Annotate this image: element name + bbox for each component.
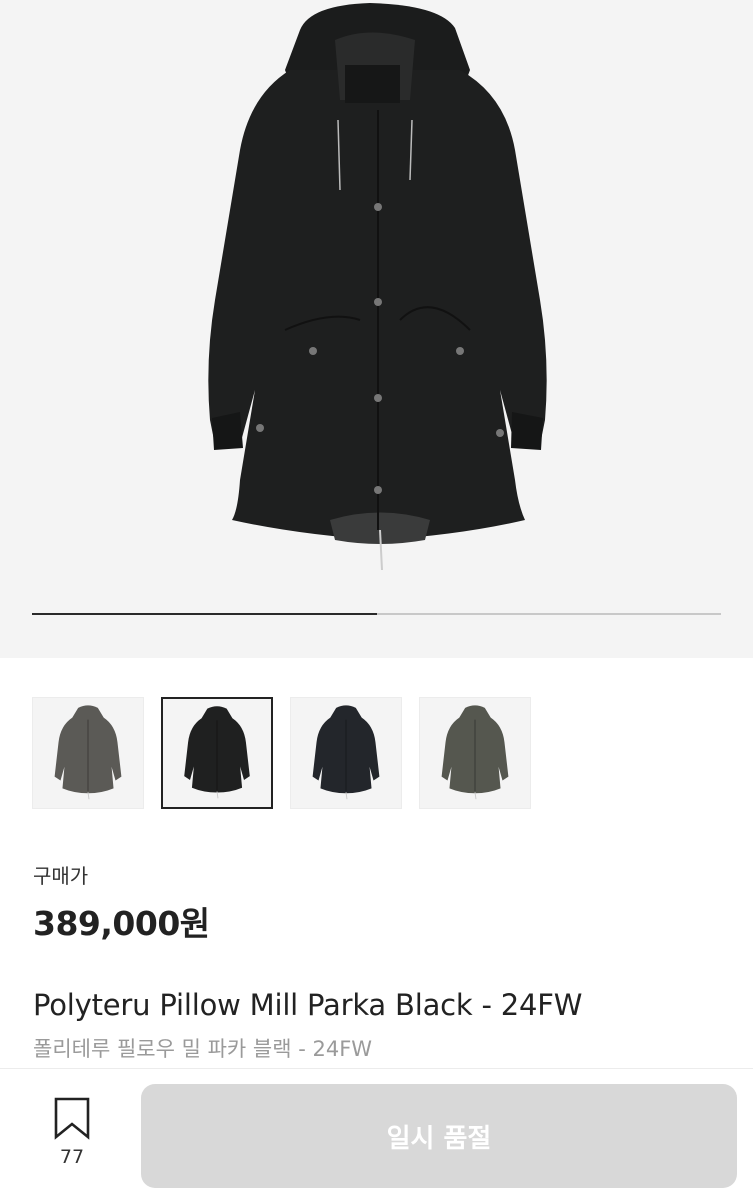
price-label: 구매가 <box>33 864 89 888</box>
olive-grey-parka-thumb[interactable] <box>419 697 531 809</box>
thumbnail-parka-image <box>54 705 122 800</box>
gallery-progress-fill <box>32 613 377 615</box>
bookmark-button[interactable]: 77 <box>44 1096 100 1176</box>
black-parka-thumb[interactable] <box>161 697 273 809</box>
product-name-ko: 폴리테루 필로우 밀 파카 블랙 - 24FW <box>33 1037 373 1061</box>
thumbnail-parka-image <box>184 706 250 799</box>
thumbnail-parka-image <box>441 705 509 800</box>
price-value: 389,000원 <box>33 904 210 943</box>
navy-black-parka-thumb[interactable] <box>290 697 402 809</box>
parka-image <box>208 3 547 571</box>
charcoal-parka-thumb[interactable] <box>32 697 144 809</box>
thumbnail-parka-image <box>312 705 380 800</box>
thumbnail-strip <box>32 697 531 809</box>
bookmark-icon <box>54 1097 90 1140</box>
product-image-gallery[interactable] <box>0 0 753 658</box>
product-name-en: Polyteru Pillow Mill Parka Black - 24FW <box>33 988 583 1022</box>
soldout-button[interactable]: 일시 품절 <box>141 1084 737 1188</box>
gallery-progress-bar <box>32 613 721 615</box>
bookmark-count: 77 <box>59 1146 85 1168</box>
